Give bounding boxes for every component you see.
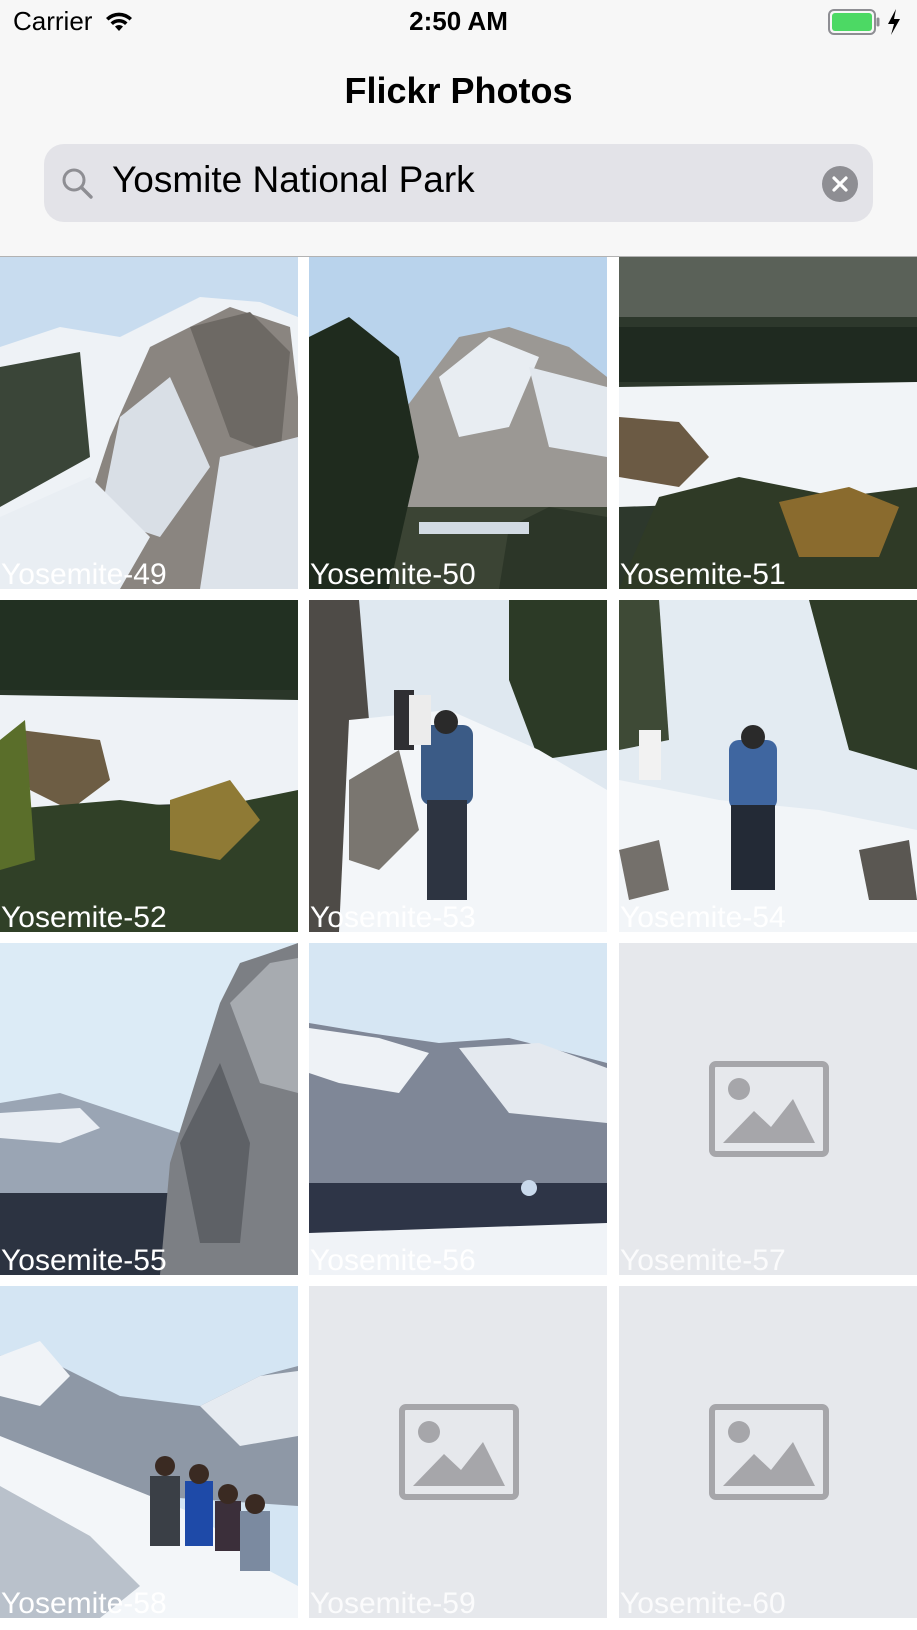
photo-cell[interactable]: Yosemite-51 bbox=[619, 257, 917, 589]
photo-cell-placeholder[interactable]: Yosemite-57 bbox=[619, 943, 917, 1275]
photo-title: Yosemite-60 bbox=[620, 1587, 786, 1618]
photo-title: Yosemite-56 bbox=[310, 1244, 476, 1275]
photo-cell[interactable]: Yosemite-53 bbox=[309, 600, 607, 932]
image-placeholder-icon bbox=[709, 1404, 829, 1500]
photo-thumbnail bbox=[0, 257, 298, 589]
battery-icon bbox=[828, 9, 880, 35]
header: Carrier 2:50 AM Flickr Photos Yosmite Na… bbox=[0, 0, 917, 257]
photo-title: Yosemite-54 bbox=[620, 901, 786, 932]
photo-cell[interactable]: Yosemite-52 bbox=[0, 600, 298, 932]
photo-title: Yosemite-49 bbox=[1, 558, 167, 589]
photo-thumbnail bbox=[309, 943, 607, 1275]
photo-thumbnail bbox=[309, 257, 607, 589]
photo-thumbnail bbox=[0, 600, 298, 932]
photo-title: Yosemite-55 bbox=[1, 1244, 167, 1275]
photo-cell[interactable]: Yosemite-50 bbox=[309, 257, 607, 589]
clear-search-button[interactable] bbox=[822, 166, 858, 202]
status-bar: Carrier 2:50 AM bbox=[0, 0, 917, 46]
photo-cell[interactable]: Yosemite-56 bbox=[309, 943, 607, 1275]
photo-title: Yosemite-50 bbox=[310, 558, 476, 589]
page-title: Flickr Photos bbox=[344, 70, 573, 111]
clear-icon bbox=[832, 176, 848, 192]
search-field[interactable]: Yosmite National Park bbox=[44, 144, 873, 222]
photo-cell[interactable]: Yosemite-49 bbox=[0, 257, 298, 589]
photo-title: Yosemite-57 bbox=[620, 1244, 786, 1275]
search-input[interactable]: Yosmite National Park bbox=[112, 159, 475, 201]
charging-bolt-icon bbox=[888, 9, 900, 35]
search-icon bbox=[62, 168, 93, 199]
photo-cell-placeholder[interactable]: Yosemite-60 bbox=[619, 1286, 917, 1618]
image-placeholder-icon bbox=[399, 1404, 519, 1500]
photo-title: Yosemite-59 bbox=[310, 1587, 476, 1618]
photo-cell-placeholder[interactable]: Yosemite-59 bbox=[309, 1286, 607, 1618]
photo-thumbnail bbox=[619, 600, 917, 932]
image-placeholder-icon bbox=[709, 1061, 829, 1157]
photo-cell[interactable]: Yosemite-54 bbox=[619, 600, 917, 932]
photo-thumbnail bbox=[619, 257, 917, 589]
photo-title: Yosemite-51 bbox=[620, 558, 786, 589]
photo-cell[interactable]: Yosemite-58 bbox=[0, 1286, 298, 1618]
photo-title: Yosemite-53 bbox=[310, 901, 476, 932]
photo-thumbnail bbox=[0, 943, 298, 1275]
photo-cell[interactable]: Yosemite-55 bbox=[0, 943, 298, 1275]
photo-title: Yosemite-58 bbox=[1, 1587, 167, 1618]
photo-thumbnail bbox=[309, 600, 607, 932]
photo-title: Yosemite-52 bbox=[1, 901, 167, 932]
photo-thumbnail bbox=[0, 1286, 298, 1618]
status-time: 2:50 AM bbox=[409, 6, 508, 36]
